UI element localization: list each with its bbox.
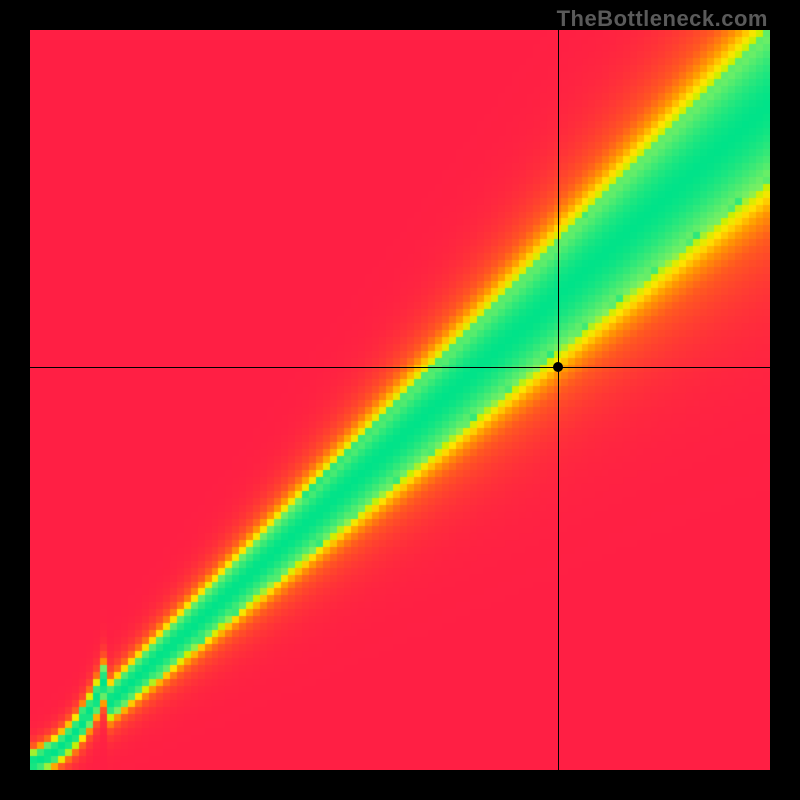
heatmap-plot [30,30,770,770]
chart-frame: TheBottleneck.com [0,0,800,800]
crosshair-horizontal [30,367,770,368]
crosshair-vertical [558,30,559,770]
heatmap-canvas [30,30,770,770]
marker-point [553,362,563,372]
watermark-text: TheBottleneck.com [557,6,768,32]
